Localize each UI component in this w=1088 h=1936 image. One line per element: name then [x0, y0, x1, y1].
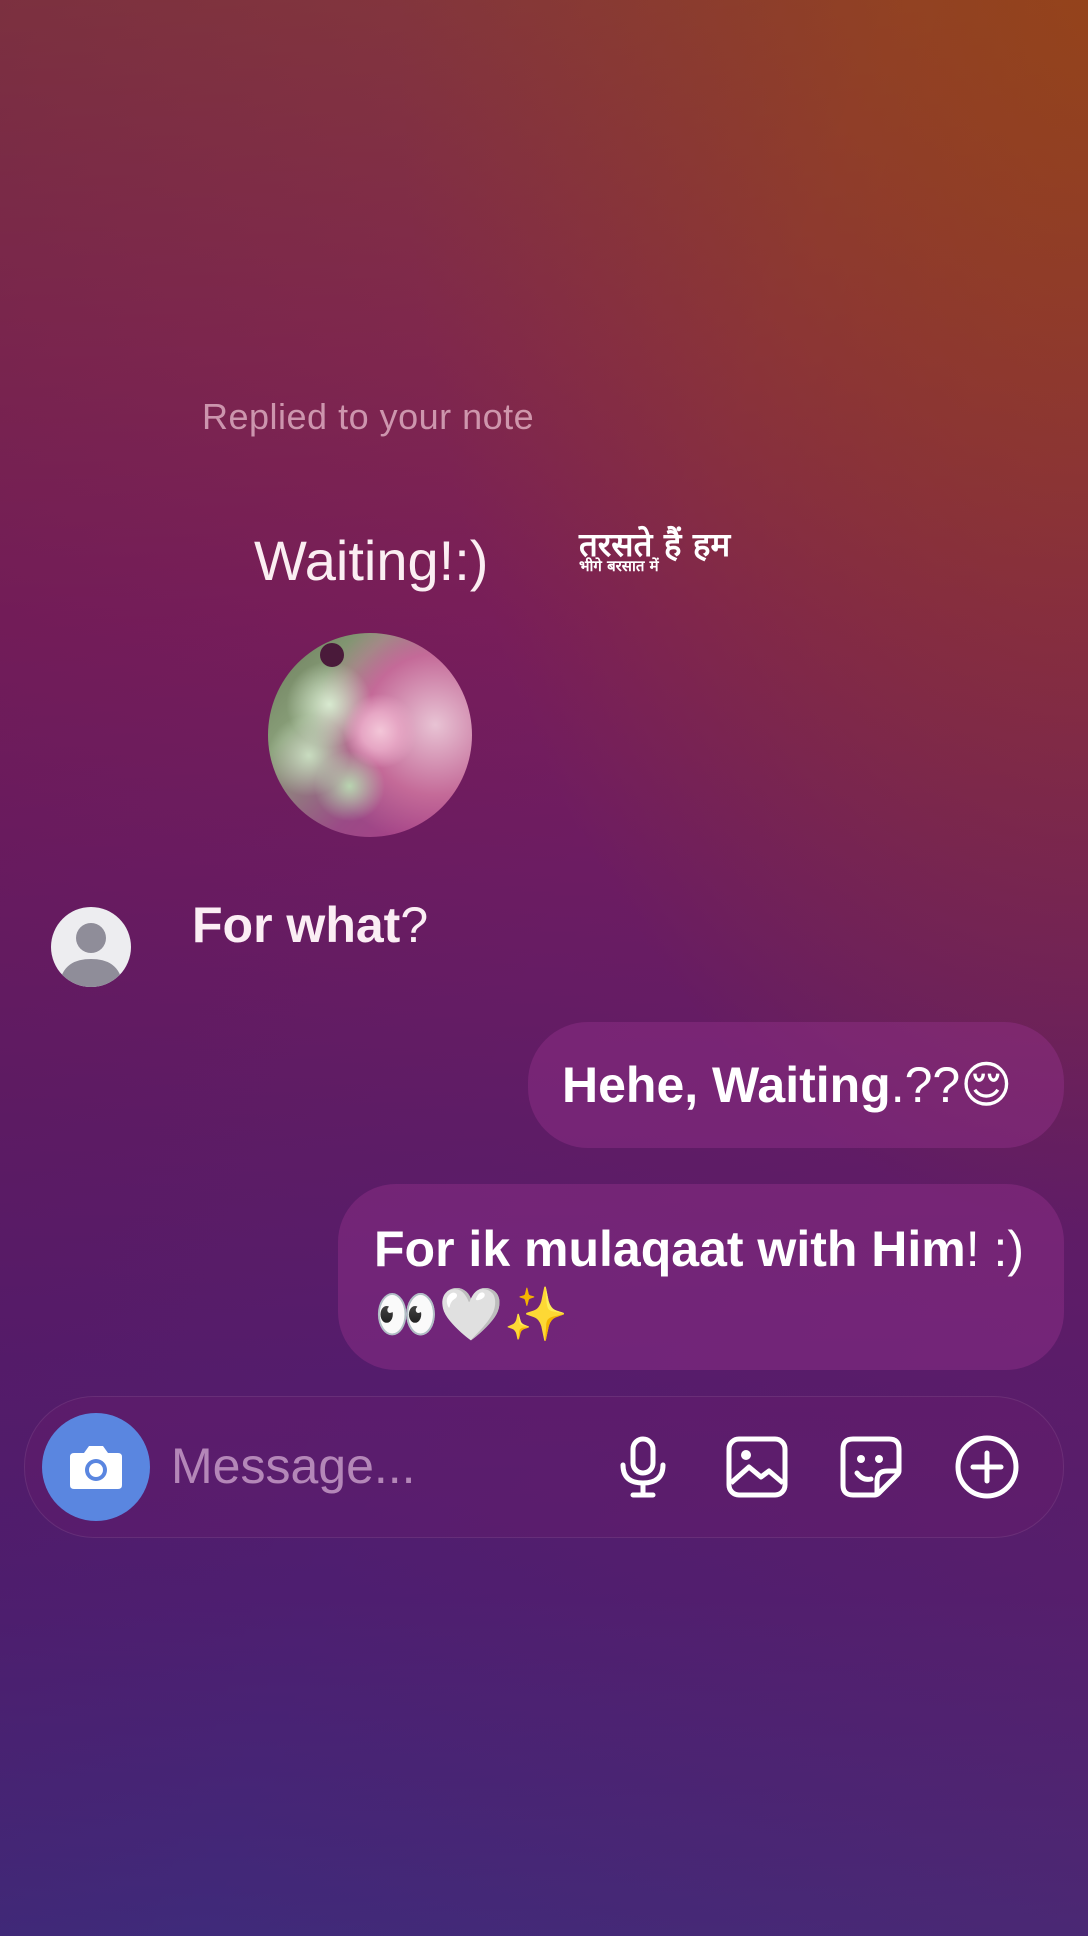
outgoing-message-bubble[interactable]: For ik mulaqaat with Him! :) 👀🤍✨	[338, 1184, 1064, 1370]
sender-avatar[interactable]	[51, 907, 131, 987]
note-author-avatar[interactable]	[268, 633, 472, 837]
outgoing-message-main: For ik mulaqaat with Him	[374, 1221, 966, 1277]
note-avatar-indicator	[320, 643, 344, 667]
outgoing-message-text: Hehe, Waiting.??😌	[562, 1056, 1012, 1114]
sticker-icon[interactable]	[837, 1433, 905, 1501]
outgoing-message-emojis: 👀🤍✨	[374, 1286, 569, 1344]
note-sticker-text: तरसते हैं हम भीगे बरसात में	[579, 528, 730, 574]
outgoing-message-bubble[interactable]: Hehe, Waiting.??😌	[528, 1022, 1064, 1148]
replied-to-note-label: Replied to your note	[202, 396, 535, 437]
incoming-message-text: For what	[192, 897, 401, 953]
outgoing-message-main: Hehe, Waiting	[562, 1057, 891, 1113]
microphone-icon[interactable]	[609, 1433, 677, 1501]
default-user-icon	[59, 923, 123, 987]
camera-icon	[70, 1446, 122, 1489]
outgoing-message-tail: .??😌	[890, 1057, 1013, 1113]
message-composer	[24, 1396, 1064, 1538]
plus-icon[interactable]	[953, 1433, 1021, 1501]
camera-button[interactable]	[42, 1413, 150, 1521]
background-overlay	[0, 0, 1088, 1936]
gallery-icon[interactable]	[723, 1433, 791, 1501]
incoming-message-tail: ?	[400, 897, 429, 953]
outgoing-message-text: For ik mulaqaat with Him! :)	[374, 1220, 1024, 1278]
incoming-message[interactable]: For what?	[192, 896, 428, 954]
message-input[interactable]	[171, 1433, 591, 1499]
note-text: Waiting!:)	[254, 529, 489, 592]
outgoing-message-tail: ! :)	[965, 1221, 1025, 1277]
